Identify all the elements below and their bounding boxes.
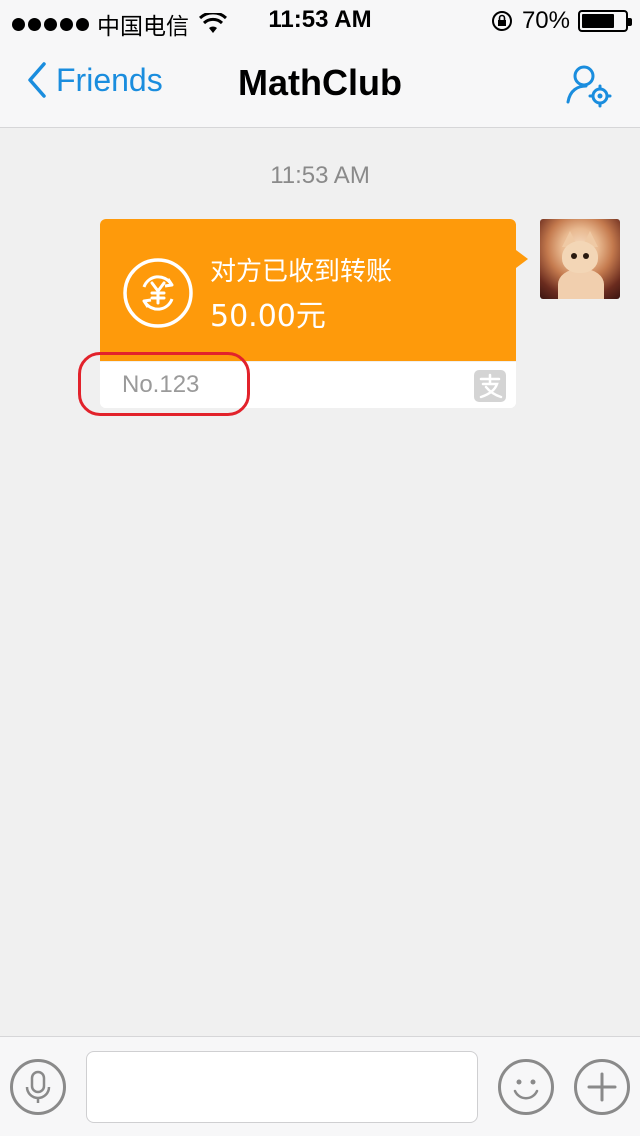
message-input[interactable] [86,1051,478,1123]
status-right: 70% [490,7,632,35]
microphone-icon [25,1070,51,1103]
navigation-bar: Friends MathClub [0,40,640,128]
plus-icon [587,1072,617,1102]
yuan-transfer-icon [123,258,193,328]
add-button[interactable] [574,1059,630,1115]
input-toolbar [0,1036,640,1136]
emoji-button[interactable] [498,1059,554,1115]
battery-icon [578,10,632,32]
transfer-amount: 50.00元 [210,299,326,334]
smiley-icon [513,1079,539,1100]
alipay-icon [474,370,506,402]
annotation-highlight-circle [78,352,250,416]
battery-percent: 70% [521,7,570,34]
avatar[interactable] [540,219,620,299]
status-bar: 中国电信 11:53 AM 70% [0,0,640,40]
rotation-lock-icon [491,11,512,31]
transfer-card-header: 对方已收到转账 50.00元 [100,219,516,361]
message-timestamp: 11:53 AM [270,162,370,189]
transfer-status-text: 对方已收到转账 [210,257,393,287]
page-title: MathClub [238,62,402,103]
bubble-tail [516,250,528,268]
person-settings-icon[interactable] [564,62,612,110]
voice-button[interactable] [10,1059,66,1115]
